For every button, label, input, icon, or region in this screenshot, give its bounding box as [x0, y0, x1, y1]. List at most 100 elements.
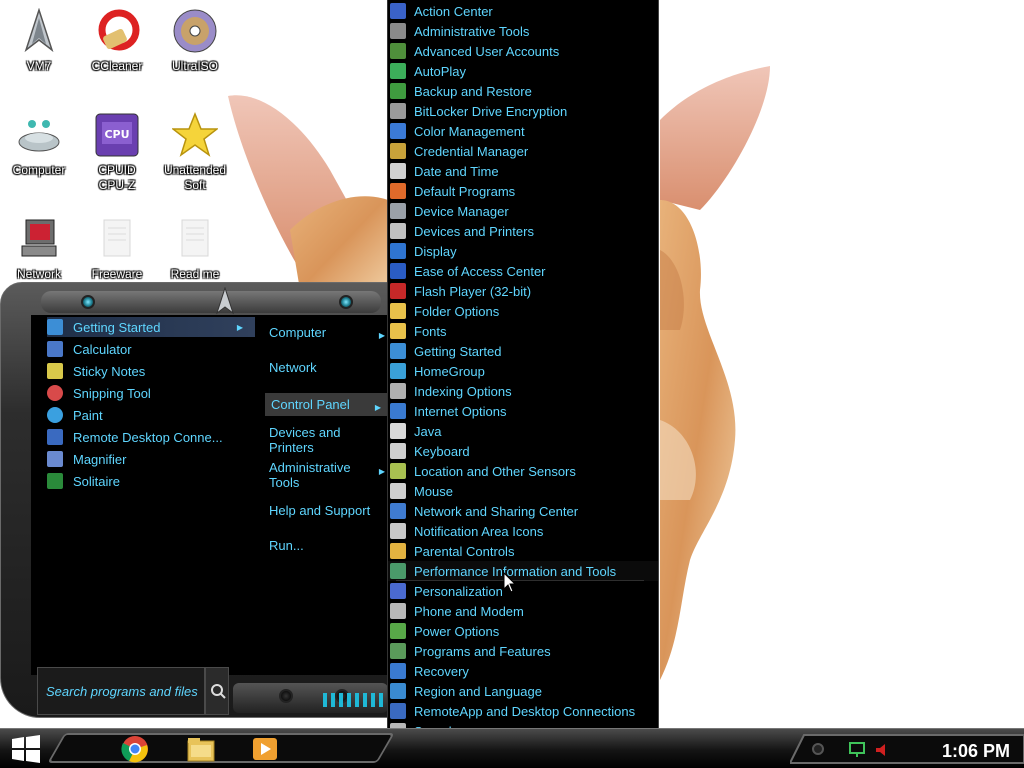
desktop-icon-unattended-soft[interactable]: Unattended Soft — [156, 111, 234, 193]
control-panel-item-icon — [390, 303, 406, 319]
clock[interactable]: 1:06 PM — [942, 741, 1010, 762]
control-panel-item[interactable]: Java — [388, 421, 658, 441]
desktop-icon-label-line2: CPU-Z — [98, 178, 136, 192]
desktop-icon-label: Computer — [12, 163, 66, 177]
control-panel-item[interactable]: Fonts — [388, 321, 658, 341]
control-panel-item[interactable]: Date and Time — [388, 161, 658, 181]
search-input[interactable] — [46, 684, 204, 699]
tray-knob — [812, 743, 824, 755]
taskbar: 1:06 PM — [0, 728, 1024, 768]
control-panel-item[interactable]: Getting Started — [388, 341, 658, 361]
desktop-icon-computer[interactable]: Computer — [0, 112, 78, 178]
control-panel-item[interactable]: Device Manager — [388, 201, 658, 221]
search-icon — [211, 684, 226, 699]
desktop-icon-label-line1: CPUID — [98, 163, 136, 177]
place-label: Network — [269, 360, 317, 375]
control-panel-item[interactable]: Phone and Modem — [388, 601, 658, 621]
place-help-and-support[interactable]: Help and Support — [269, 503, 391, 518]
start-item-getting-started[interactable]: Getting Started ▶ — [47, 317, 255, 337]
control-panel-item[interactable]: Ease of Access Center — [388, 261, 658, 281]
place-run[interactable]: Run... — [269, 538, 391, 553]
control-panel-item[interactable]: BitLocker Drive Encryption — [388, 101, 658, 121]
start-item-paint[interactable]: Paint — [47, 405, 257, 425]
network-tray-icon[interactable] — [848, 741, 866, 759]
control-panel-item-label: Region and Language — [414, 683, 542, 699]
control-panel-item[interactable]: Region and Language — [388, 681, 658, 701]
control-panel-item-label: Devices and Printers — [414, 223, 534, 239]
control-panel-item[interactable]: Location and Other Sensors — [388, 461, 658, 481]
control-panel-item-label: Advanced User Accounts — [414, 43, 560, 59]
sticky-notes-icon — [47, 363, 63, 379]
control-panel-item[interactable]: Advanced User Accounts — [388, 41, 658, 61]
control-panel-item[interactable]: Folder Options — [388, 301, 658, 321]
power-knob[interactable] — [279, 689, 293, 703]
start-item-sticky-notes[interactable]: Sticky Notes — [47, 361, 257, 381]
desktop-icon-freeware[interactable]: Freeware — [78, 216, 156, 282]
control-panel-item[interactable]: Display — [388, 241, 658, 261]
control-panel-item[interactable]: Flash Player (32-bit) — [388, 281, 658, 301]
start-item-remote-desktop[interactable]: Remote Desktop Conne... — [47, 427, 257, 447]
taskbar-app-explorer[interactable] — [186, 735, 216, 763]
start-item-label: Magnifier — [73, 451, 127, 467]
start-item-calculator[interactable]: Calculator — [47, 339, 257, 359]
control-panel-item[interactable]: Action Center — [388, 1, 658, 21]
desktop-icon-vm7[interactable]: VM7 — [0, 7, 78, 74]
place-control-panel[interactable]: Control Panel ▶ — [265, 393, 387, 416]
disc-icon — [173, 9, 217, 53]
start-button[interactable] — [6, 733, 46, 765]
media-player-icon — [253, 738, 277, 760]
taskbar-app-media[interactable] — [250, 735, 280, 763]
control-panel-item[interactable]: Credential Manager — [388, 141, 658, 161]
control-panel-item[interactable]: Default Programs — [388, 181, 658, 201]
place-devices-and-printers[interactable]: Devices and Printers — [269, 425, 391, 455]
start-item-solitaire[interactable]: Solitaire — [47, 471, 257, 491]
file-explorer-icon — [187, 738, 215, 762]
place-computer[interactable]: Computer ▶ — [269, 325, 391, 340]
control-panel-item[interactable]: Internet Options — [388, 401, 658, 421]
control-panel-item[interactable]: Recovery — [388, 661, 658, 681]
accent-stripe — [331, 693, 335, 707]
control-panel-item[interactable]: RemoteApp and Desktop Connections — [388, 701, 658, 721]
control-panel-item[interactable]: Mouse — [388, 481, 658, 501]
desktop-icon-ultraiso[interactable]: UltraISO — [156, 8, 234, 74]
control-panel-item[interactable]: Backup and Restore — [388, 81, 658, 101]
control-panel-item[interactable]: HomeGroup — [388, 361, 658, 381]
control-panel-item[interactable]: Personalization — [388, 581, 658, 601]
control-panel-item-icon — [390, 523, 406, 539]
taskbar-app-chrome[interactable] — [120, 735, 150, 763]
control-panel-item-label: Administrative Tools — [414, 23, 530, 39]
desktop-icon-network[interactable]: Network — [0, 216, 78, 282]
control-panel-item[interactable]: Programs and Features — [388, 641, 658, 661]
control-panel-item[interactable]: Network and Sharing Center — [388, 501, 658, 521]
desktop-icon-read-me[interactable]: Read me — [156, 216, 234, 282]
start-menu: Getting Started ▶ Calculator Sticky Note… — [0, 282, 392, 718]
control-panel-item-icon — [390, 83, 406, 99]
desktop-icon-ccleaner[interactable]: CCleaner — [78, 8, 156, 74]
system-tray: 1:06 PM — [790, 733, 1024, 765]
start-item-label: Calculator — [73, 341, 132, 357]
desktop-icon-cpu-z[interactable]: CPU CPUID CPU-Z — [78, 112, 156, 193]
control-panel-item[interactable]: Notification Area Icons — [388, 521, 658, 541]
control-panel-item[interactable]: Color Management — [388, 121, 658, 141]
place-label: Run... — [269, 538, 304, 553]
control-panel-item[interactable]: AutoPlay — [388, 61, 658, 81]
control-panel-item[interactable]: Power Options — [388, 621, 658, 641]
control-panel-item[interactable]: Devices and Printers — [388, 221, 658, 241]
star-trek-badge-icon — [216, 287, 234, 315]
place-network[interactable]: Network — [269, 360, 391, 375]
search-box — [37, 667, 205, 715]
start-item-magnifier[interactable]: Magnifier — [47, 449, 257, 469]
volume-tray-icon[interactable] — [874, 741, 892, 759]
control-panel-item[interactable]: Indexing Options — [388, 381, 658, 401]
control-panel-item[interactable]: Keyboard — [388, 441, 658, 461]
search-button[interactable] — [205, 667, 229, 715]
start-item-snipping-tool[interactable]: Snipping Tool — [47, 383, 257, 403]
control-panel-item[interactable]: Performance Information and Tools — [388, 561, 658, 581]
start-item-label: Getting Started — [73, 319, 161, 335]
control-panel-item[interactable]: Parental Controls — [388, 541, 658, 561]
place-administrative-tools[interactable]: Administrative Tools ▶ — [269, 460, 391, 490]
control-panel-item-icon — [390, 363, 406, 379]
star-icon — [170, 111, 220, 157]
control-panel-item[interactable]: Administrative Tools — [388, 21, 658, 41]
windows-logo-icon — [12, 735, 40, 763]
